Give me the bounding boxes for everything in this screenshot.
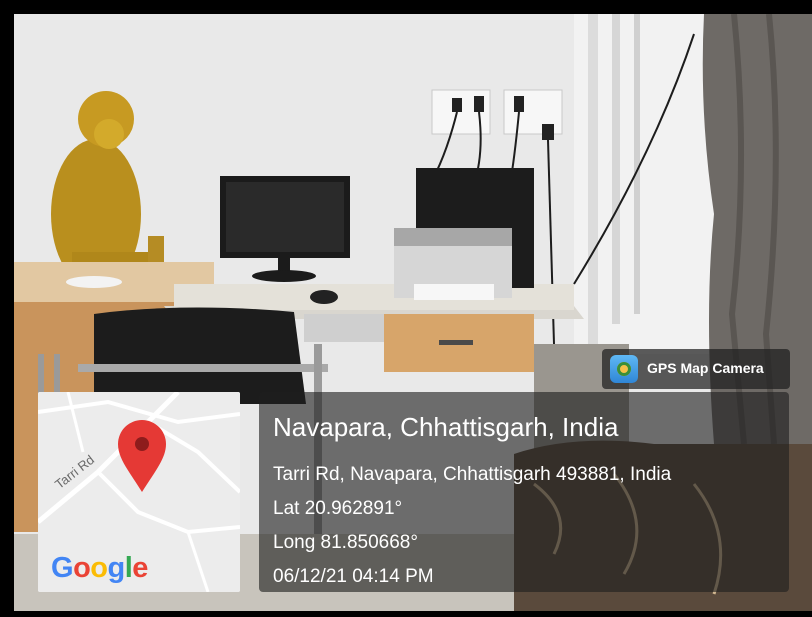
google-letter: e	[132, 552, 148, 584]
google-letter: G	[51, 552, 74, 584]
latitude-line: Lat 20.962891°	[273, 498, 403, 519]
address-line: Tarri Rd, Navapara, Chhattisgarh 493881,…	[273, 464, 672, 485]
gps-map-camera-badge: GPS Map Camera	[602, 349, 790, 389]
photo-frame: GPS Map Camera Tarri Rd Google Navapara,…	[0, 0, 812, 617]
google-logo: Google	[51, 552, 148, 585]
location-title: Navapara, Chhattisgarh, India	[273, 412, 619, 442]
datetime-line: 06/12/21 04:14 PM	[273, 566, 434, 587]
google-letter: o	[73, 552, 91, 584]
app-badge-label: GPS Map Camera	[647, 360, 764, 376]
gps-map-camera-icon	[610, 355, 638, 383]
longitude-line: Long 81.850668°	[273, 532, 418, 553]
google-letter: o	[90, 552, 108, 584]
office-photo: GPS Map Camera Tarri Rd Google Navapara,…	[14, 14, 812, 611]
google-letter: g	[107, 552, 126, 584]
location-info-panel: Navapara, Chhattisgarh, India Tarri Rd, …	[259, 392, 789, 592]
map-thumbnail: Tarri Rd Google	[38, 392, 240, 592]
